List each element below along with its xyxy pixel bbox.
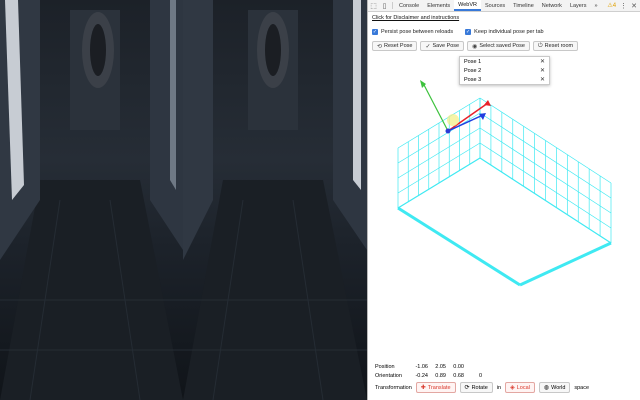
close-icon[interactable]: ✕	[631, 2, 637, 10]
tab-elements[interactable]: Elements	[423, 0, 454, 11]
select-saved-pose-button[interactable]: ◉ Select saved Pose	[467, 41, 530, 51]
warning-count: 4	[612, 3, 617, 9]
corridor-render	[183, 0, 367, 400]
room-scene[interactable]	[368, 58, 640, 358]
move-icon: ✚	[420, 385, 426, 391]
rotate-icon: ⟳	[464, 385, 470, 391]
rotate-button[interactable]: ⟳ Rotate	[459, 382, 493, 393]
select-saved-pose-label: Select saved Pose	[479, 43, 525, 49]
vr-stereo-view	[0, 0, 367, 400]
position-x: -1.06	[415, 363, 428, 370]
room-wireframe	[397, 97, 612, 287]
saved-pose-label: Pose 1	[464, 58, 482, 65]
globe-icon: ◍	[543, 385, 550, 391]
persist-pose-label: Persist pose between reloads	[381, 29, 454, 35]
transformation-controls: Transformation ✚ Translate ⟳ Rotate in ◈…	[375, 382, 589, 393]
check-icon: ✓	[425, 43, 431, 50]
tab-sources[interactable]: Sources	[481, 0, 509, 11]
delete-pose-icon[interactable]: ✕	[540, 76, 545, 83]
orientation-z: 0.68	[453, 372, 464, 379]
in-label: in	[496, 384, 502, 391]
pose-button-row: ⟲ Reset Pose ✓ Save Pose ◉ Select saved …	[372, 41, 579, 51]
tab-network[interactable]: Network	[538, 0, 566, 11]
translate-button[interactable]: ✚ Translate	[415, 382, 456, 393]
room-grid-line	[397, 206, 521, 287]
world-label: World	[551, 384, 566, 391]
delete-pose-icon[interactable]: ✕	[540, 58, 545, 65]
rotate-label: Rotate	[471, 384, 488, 391]
room-grid-line	[519, 241, 612, 287]
space-label: space	[574, 384, 590, 391]
orientation-y: 0.89	[435, 372, 446, 379]
disclaimer-link[interactable]: Click for Disclaimer and instructions	[372, 15, 459, 21]
saved-pose-item[interactable]: Pose 1 ✕	[460, 57, 549, 66]
inspect-icon[interactable]: ⬚	[368, 0, 379, 11]
pose-options: ✓ Persist pose between reloads ✓ Keep in…	[372, 29, 544, 35]
reset-pose-button[interactable]: ⟲ Reset Pose	[372, 41, 418, 51]
power-icon: ⏻	[537, 42, 543, 49]
save-pose-button[interactable]: ✓ Save Pose	[420, 41, 465, 51]
warning-badge[interactable]: ⚠4	[607, 2, 616, 9]
divider	[392, 2, 393, 9]
persist-pose-checkbox[interactable]: ✓ Persist pose between reloads	[372, 29, 453, 35]
saved-pose-label: Pose 3	[464, 76, 482, 83]
reset-pose-label: Reset Pose	[384, 43, 413, 49]
position-z: 0.00	[453, 363, 464, 370]
position-row: Position -1.06 2.05 0.00	[375, 362, 482, 371]
world-space-button[interactable]: ◍ World	[538, 382, 571, 393]
tab-timeline[interactable]: Timeline	[509, 0, 538, 11]
reset-icon: ⟲	[377, 43, 383, 50]
local-space-button[interactable]: ◈ Local	[505, 382, 535, 393]
eye-icon: ◉	[472, 43, 478, 50]
saved-pose-dropdown: Pose 1 ✕ Pose 2 ✕ Pose 3 ✕	[459, 56, 550, 85]
reset-room-label: Reset room	[544, 43, 574, 49]
orientation-w: 0	[478, 372, 482, 379]
saved-pose-label: Pose 2	[464, 67, 482, 74]
transformation-label: Transformation	[375, 384, 412, 391]
tab-console[interactable]: Console	[395, 0, 423, 11]
vr-left-eye	[0, 0, 183, 400]
tab-webvr[interactable]: WebVR	[454, 0, 481, 11]
corridor-render	[0, 0, 183, 400]
translate-label: Translate	[427, 384, 451, 391]
keep-pose-per-tab-label: Keep individual pose per tab	[474, 29, 544, 35]
pose-gizmo[interactable]	[420, 80, 491, 134]
vr-right-eye	[183, 0, 367, 400]
checkbox-checked-icon: ✓	[465, 29, 472, 35]
orientation-label: Orientation	[375, 372, 402, 379]
more-options-icon[interactable]: ⋮	[620, 2, 627, 10]
delete-pose-icon[interactable]: ✕	[540, 67, 545, 74]
local-label: Local	[516, 384, 530, 391]
device-icon[interactable]: ▯	[379, 0, 390, 11]
checkbox-checked-icon: ✓	[372, 29, 378, 35]
more-tabs-button[interactable]: »	[590, 0, 601, 11]
saved-pose-item[interactable]: Pose 3 ✕	[460, 75, 549, 84]
devtools-tab-bar: ⬚ ▯ Console Elements WebVR Sources Timel…	[368, 0, 640, 12]
cube-icon: ◈	[510, 385, 515, 391]
keep-pose-per-tab-checkbox[interactable]: ✓ Keep individual pose per tab	[465, 29, 544, 35]
headset-marker-icon[interactable]	[447, 114, 459, 126]
origin-handle[interactable]	[445, 128, 451, 134]
pose-readout: Position -1.06 2.05 0.00 Orientation -0.…	[375, 362, 482, 380]
orientation-row: Orientation -0.24 0.89 0.68 0	[375, 371, 482, 380]
position-label: Position	[375, 363, 395, 370]
saved-pose-item[interactable]: Pose 2 ✕	[460, 66, 549, 75]
reset-room-button[interactable]: ⏻ Reset room	[532, 41, 579, 51]
save-pose-label: Save Pose	[432, 43, 460, 49]
toolbar-right: ⚠4 ⋮ ✕	[607, 0, 640, 11]
position-y: 2.05	[435, 363, 446, 370]
orientation-x: -0.24	[415, 372, 428, 379]
tab-layers[interactable]: Layers	[566, 0, 591, 11]
